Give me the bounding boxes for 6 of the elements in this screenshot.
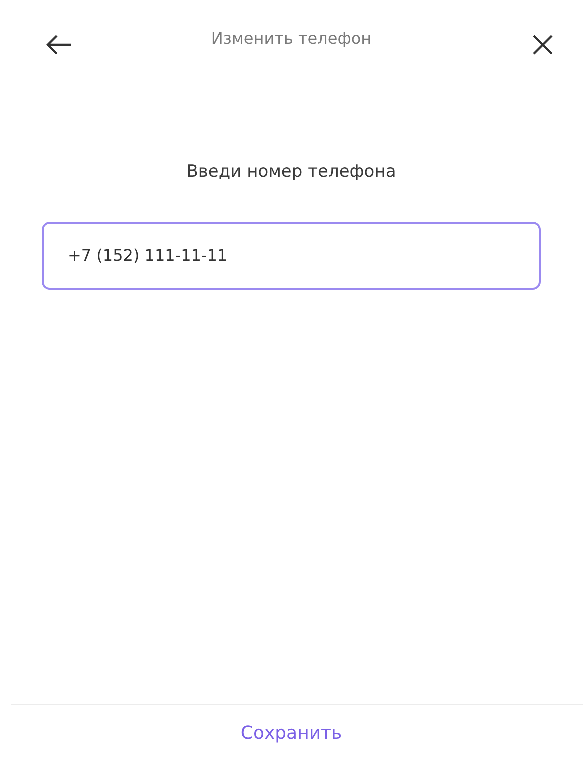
save-button[interactable]: Сохранить	[232, 720, 350, 747]
close-icon	[532, 34, 554, 56]
back-icon	[46, 35, 72, 55]
prompt-heading: Введи номер телефона	[186, 161, 396, 184]
phone-field[interactable]: +7 (152) 111-11-11	[42, 222, 541, 290]
window-title: Изменить телефон	[210, 28, 373, 50]
